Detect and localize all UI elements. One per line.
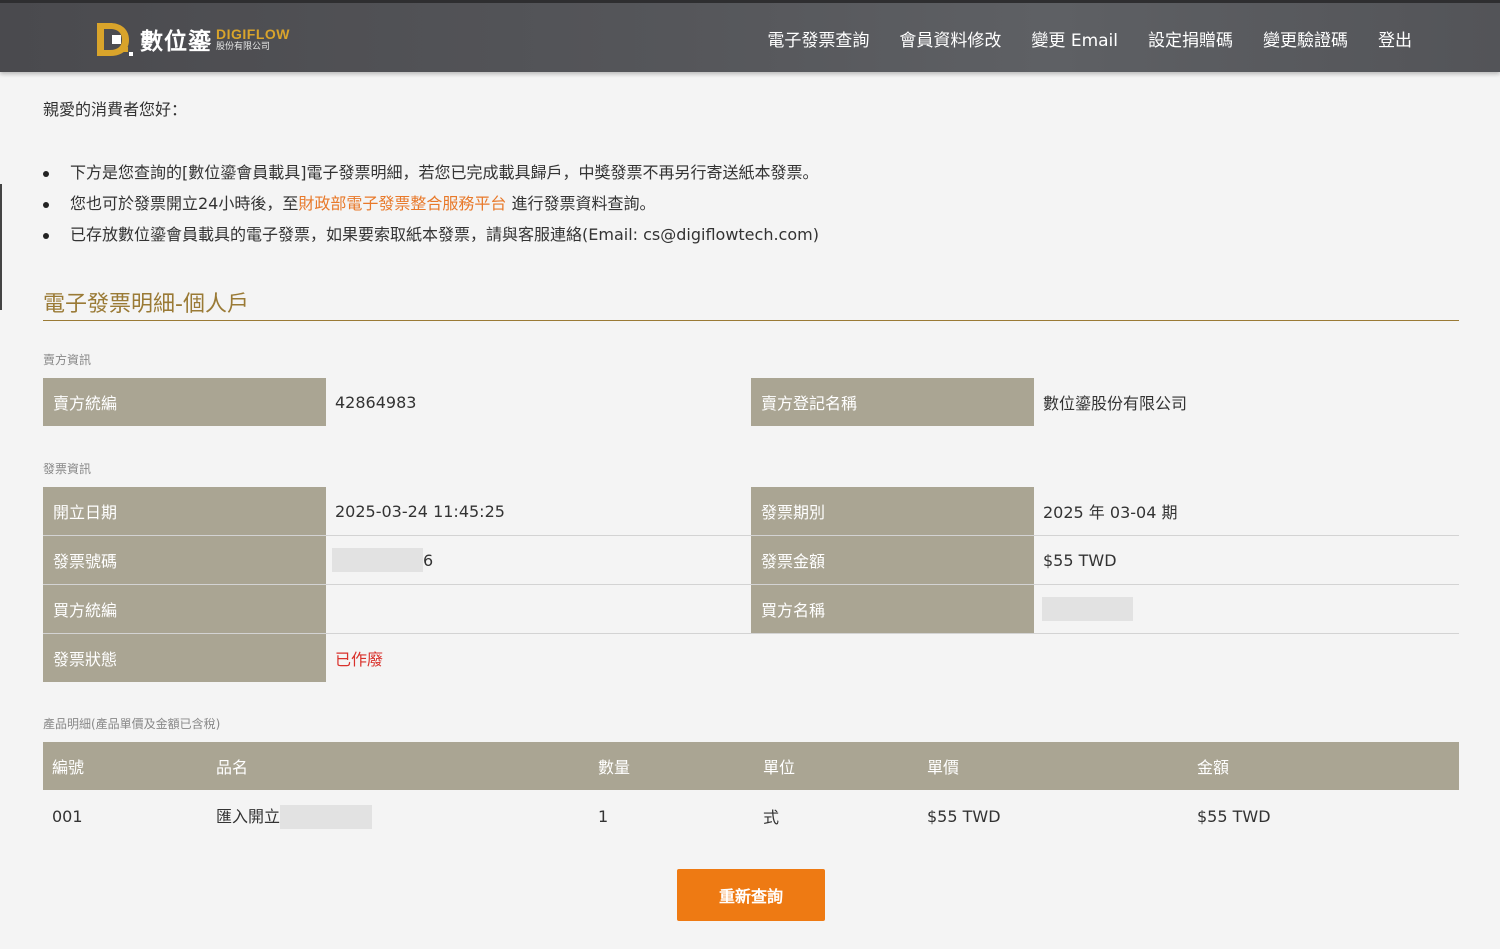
notice-text: 您也可於發票開立24小時後，至	[70, 194, 299, 213]
logo-english-name: DIGIFLOW	[216, 25, 290, 42]
greeting-text: 親愛的消費者您好：	[43, 100, 188, 119]
logo-chinese-name: 數位鎏	[140, 29, 212, 55]
buyer-tax-id	[326, 585, 751, 633]
mof-platform-link[interactable]: 財政部電子發票整合服務平台	[298, 194, 506, 213]
table-header-row: 編號 品名 數量 單位 單價 金額	[43, 742, 1459, 790]
item-name-cell: 匯入開立	[207, 790, 589, 842]
invoice-info-label: 發票資訊	[43, 462, 92, 476]
section-title: 電子發票明細-個人戶	[43, 292, 249, 317]
seller-info-label: 賣方資訊	[43, 353, 92, 367]
digiflow-logo-icon	[94, 19, 134, 59]
item-number: 001	[52, 806, 83, 826]
column-header: 金額	[1188, 742, 1459, 790]
requery-button[interactable]: 重新查詢	[677, 869, 825, 921]
nav-member-edit[interactable]: 會員資料修改	[899, 26, 1001, 51]
main-nav: 電子發票查詢 會員資料修改 變更 Email 設定捐贈碼 變更驗證碼 登出	[737, 26, 1412, 51]
table-row: 001 匯入開立 1 式 $55 TWD $55 TWD	[43, 790, 1459, 842]
field-label: 買方統編	[43, 585, 326, 633]
redacted-block	[332, 548, 423, 572]
logo-english-block: DIGIFLOW 股份有限公司	[216, 27, 290, 52]
section-divider	[43, 320, 1459, 321]
info-row: 發票號碼 6 發票金額 $55 TWD	[43, 536, 1459, 585]
nav-logout[interactable]: 登出	[1378, 26, 1412, 51]
nav-donation-code[interactable]: 設定捐贈碼	[1148, 26, 1233, 51]
info-row: 開立日期 2025-03-24 11:45:25 發票期別 2025 年 03-…	[43, 487, 1459, 536]
notice-text: 進行發票資料查詢。	[511, 194, 656, 213]
logo-company-suffix: 股份有限公司	[216, 41, 271, 52]
left-edge-bar	[0, 184, 2, 310]
buyer-name	[1034, 585, 1459, 633]
column-header: 品名	[207, 742, 589, 790]
invoice-status: 已作廢	[326, 634, 751, 682]
item-price: $55 TWD	[927, 806, 1001, 826]
field-label: 發票金額	[751, 536, 1034, 584]
seller-name: 數位鎏股份有限公司	[1034, 378, 1459, 426]
info-row: 發票狀態 已作廢	[43, 634, 1459, 682]
info-row: 賣方統編 42864983 賣方登記名稱 數位鎏股份有限公司	[43, 378, 1459, 426]
field-label: 賣方登記名稱	[751, 378, 1034, 426]
seller-info-grid: 賣方統編 42864983 賣方登記名稱 數位鎏股份有限公司	[43, 378, 1459, 426]
header-top-line	[0, 0, 1500, 3]
redacted-block	[280, 805, 373, 830]
item-quantity: 1	[598, 806, 609, 826]
field-label: 發票期別	[751, 487, 1034, 535]
nav-change-email[interactable]: 變更 Email	[1031, 26, 1118, 51]
seller-tax-id: 42864983	[326, 378, 751, 426]
company-logo[interactable]: 數位鎏 DIGIFLOW 股份有限公司	[94, 18, 290, 60]
notice-item: 已存放數位鎏會員載具的電子發票，如果要索取紙本發票，請與客服連絡(Email: …	[43, 220, 819, 251]
invoice-amount: $55 TWD	[1034, 536, 1459, 584]
nav-change-verification-code[interactable]: 變更驗證碼	[1263, 26, 1348, 51]
field-label: 發票號碼	[43, 536, 326, 584]
invoice-number: 6	[326, 536, 751, 584]
item-unit: 式	[763, 808, 780, 827]
nav-invoice-query[interactable]: 電子發票查詢	[767, 26, 869, 51]
notice-item: 下方是您查詢的[數位鎏會員載具]電子發票明細，若您已完成載具歸戶，中獎發票不再另…	[43, 158, 819, 189]
field-label: 買方名稱	[751, 585, 1034, 633]
product-table: 編號 品名 數量 單位 單價 金額 001 匯入開立 1 式 $55 TWD $…	[43, 742, 1459, 842]
field-label: 賣方統編	[43, 378, 326, 426]
notice-list: 下方是您查詢的[數位鎏會員載具]電子發票明細，若您已完成載具歸戶，中獎發票不再另…	[43, 158, 819, 251]
column-header: 數量	[589, 742, 754, 790]
top-header: 數位鎏 DIGIFLOW 股份有限公司 電子發票查詢 會員資料修改 變更 Ema…	[0, 0, 1500, 72]
invoice-number-suffix: 6	[423, 550, 434, 570]
invoice-info-grid: 開立日期 2025-03-24 11:45:25 發票期別 2025 年 03-…	[43, 487, 1459, 682]
invoice-period: 2025 年 03-04 期	[1034, 487, 1459, 535]
notice-item: 您也可於發票開立24小時後，至財政部電子發票整合服務平台 進行發票資料查詢。	[43, 189, 819, 220]
field-label: 開立日期	[43, 487, 326, 535]
column-header: 編號	[43, 742, 207, 790]
item-amount: $55 TWD	[1197, 806, 1271, 826]
invoice-date: 2025-03-24 11:45:25	[326, 487, 751, 535]
column-header: 單價	[918, 742, 1188, 790]
column-header: 單位	[754, 742, 918, 790]
field-label: 發票狀態	[43, 634, 326, 682]
redacted-block	[1042, 597, 1133, 621]
product-details-label: 產品明細(產品單價及金額已含稅)	[43, 717, 221, 731]
item-name: 匯入開立	[216, 806, 281, 826]
info-row: 買方統編 買方名稱	[43, 585, 1459, 634]
